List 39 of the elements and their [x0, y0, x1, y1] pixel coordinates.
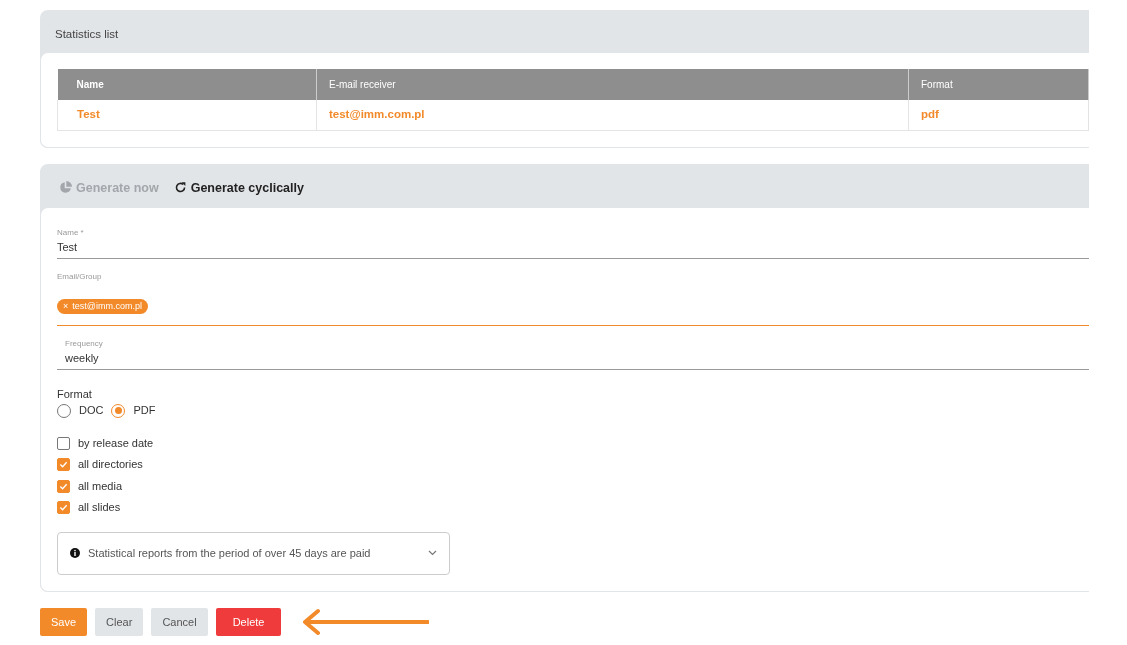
- check-icon: [59, 460, 68, 469]
- refresh-icon: [173, 181, 187, 195]
- checkbox-label: all media: [78, 478, 123, 494]
- field-value: weekly: [65, 351, 100, 367]
- column-header: Name: [57, 69, 317, 101]
- group-label: Format: [57, 386, 93, 402]
- column-header: Format: [908, 69, 1089, 101]
- radio-option[interactable]: DOC: [57, 402, 104, 419]
- checkbox[interactable]: [57, 436, 70, 450]
- arrow-left-icon: [301, 608, 430, 636]
- checkbox-label: by release date: [78, 435, 154, 451]
- info-icon: [70, 548, 80, 559]
- panel-title: Statistics list: [55, 28, 119, 40]
- radio-label: DOC: [79, 403, 104, 419]
- action-button[interactable]: Cancel: [151, 607, 208, 637]
- radio-option[interactable]: PDF: [111, 402, 156, 419]
- field-label: Email/Group: [57, 270, 103, 283]
- check-icon: [59, 503, 68, 512]
- chevron-down-icon: [428, 550, 437, 557]
- radio-label: PDF: [133, 403, 156, 419]
- tag-label: test@imm.com.pl: [72, 299, 142, 313]
- notice-text: Statistical reports from the period of over 45 days are paid: [88, 546, 372, 561]
- pie-chart-icon: [59, 181, 72, 195]
- action-button[interactable]: Delete: [215, 607, 282, 637]
- tab[interactable]: Generate cyclically: [173, 178, 304, 198]
- text-field[interactable]: Frequency weekly: [57, 338, 1089, 370]
- checkbox-label: all slides: [78, 500, 121, 516]
- checkbox[interactable]: [57, 501, 70, 514]
- info-notice[interactable]: Statistical reports from the period of over 45 days are paid: [57, 531, 450, 575]
- action-button[interactable]: Clear: [95, 607, 144, 637]
- column-header: E-mail receiver: [316, 69, 909, 101]
- checkbox[interactable]: [57, 479, 70, 493]
- checkbox-label: all directories: [78, 457, 143, 473]
- field-label: Frequency: [65, 338, 104, 351]
- text-field[interactable]: Name * Test: [57, 227, 1089, 259]
- check-icon: [59, 481, 68, 491]
- checkbox[interactable]: [57, 458, 70, 471]
- field-value: Test: [57, 240, 79, 256]
- field-label: Name *: [57, 227, 85, 240]
